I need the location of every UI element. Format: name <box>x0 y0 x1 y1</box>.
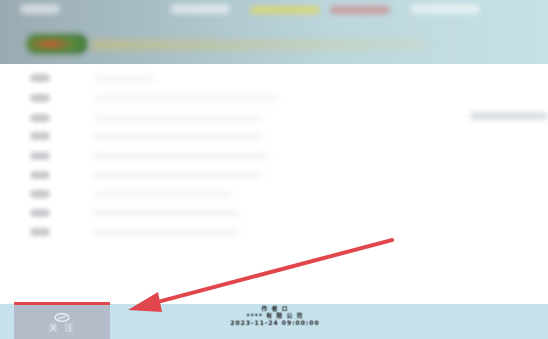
list-icon <box>30 228 50 236</box>
list-item-label: ──────────────────────── <box>94 91 277 105</box>
list-icon <box>30 94 50 102</box>
list-item-label: ─────────────────── <box>94 225 239 239</box>
banner-blur-text <box>20 4 60 14</box>
follow-label: 关 注 <box>48 324 76 334</box>
list-item[interactable]: ─────────────────── <box>30 203 239 223</box>
banner-blur-text <box>410 4 480 14</box>
banner-decoration <box>330 6 390 14</box>
list-icon <box>30 209 50 217</box>
list-icon <box>30 74 50 82</box>
list-item[interactable]: ────────────────────── <box>30 165 262 185</box>
header-banner <box>0 0 548 64</box>
list-item[interactable]: ────────────────────── <box>30 108 262 128</box>
list-item[interactable]: ──────── <box>30 68 155 88</box>
banner-title <box>90 40 430 50</box>
list-item[interactable]: ──────────────────────── <box>30 88 277 108</box>
list-item-label: ─────────────────────── <box>94 149 270 163</box>
list-item[interactable]: ────────────────── <box>30 184 231 204</box>
list-item-label: ────────────────────── <box>94 111 262 125</box>
list-icon <box>30 152 50 160</box>
list-item-label: ────────────────────── <box>94 129 262 143</box>
list-icon <box>30 171 50 179</box>
list-item-label: ──────── <box>94 71 155 85</box>
list-icon <box>30 114 50 122</box>
list-item-label: ────────────────────── <box>94 168 262 182</box>
footer-info: 作 者 ロ **** 有 限 公 司 2023-11-24 09:00:00 <box>220 306 330 327</box>
side-blur-text <box>470 112 548 120</box>
list-item[interactable]: ────────────────────── <box>30 126 262 146</box>
list-item-label: ─────────────────── <box>94 206 239 220</box>
author-name: 作 者 ロ <box>261 306 289 313</box>
follow-button[interactable]: 关 注 <box>14 302 110 339</box>
publish-datetime: 2023-11-24 09:00:00 <box>230 320 320 327</box>
list-icon <box>30 190 50 198</box>
banner-decoration <box>250 6 320 14</box>
list-item-label: ────────────────── <box>94 187 232 201</box>
banner-logo <box>26 34 88 54</box>
list-item[interactable]: ─────────────────── <box>30 222 239 242</box>
list-item[interactable]: ─────────────────────── <box>30 146 269 166</box>
list-icon <box>30 132 50 140</box>
publisher-name: **** 有 限 公 司 <box>246 313 304 320</box>
eye-icon <box>54 313 70 322</box>
banner-blur-text <box>170 4 230 14</box>
